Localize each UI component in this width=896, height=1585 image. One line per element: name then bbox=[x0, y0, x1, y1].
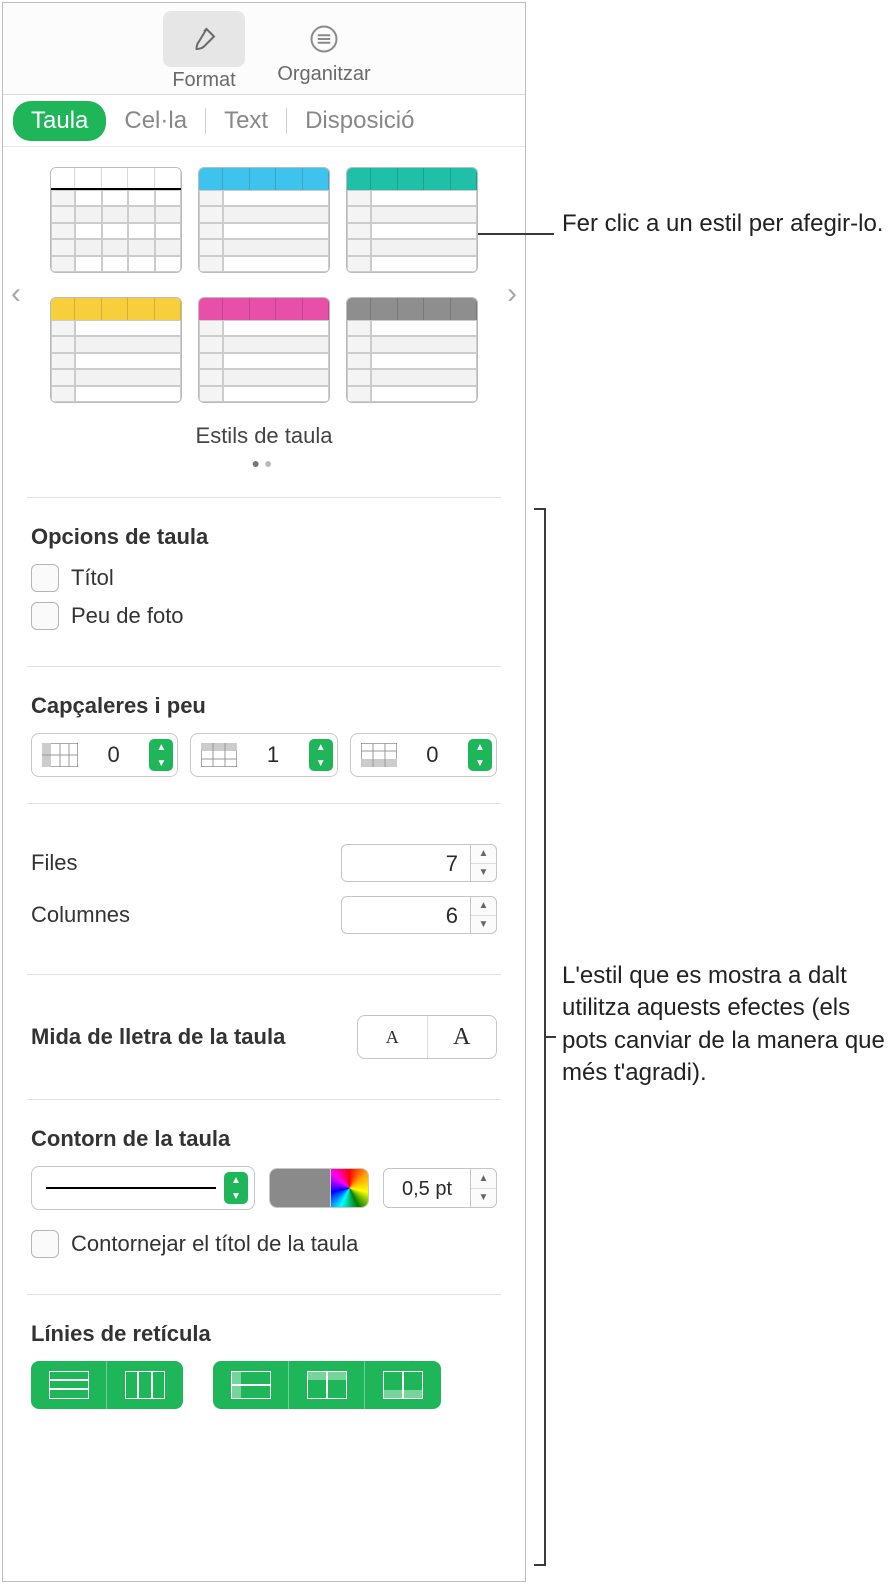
tab-text[interactable]: Text bbox=[206, 101, 286, 141]
outline-title-label: Contornejar el títol de la taula bbox=[71, 1231, 358, 1257]
tab-table[interactable]: Taula bbox=[13, 101, 106, 141]
table-style-5[interactable] bbox=[198, 297, 330, 403]
tab-cell[interactable]: Cel·la bbox=[106, 101, 205, 141]
line-sample-icon bbox=[46, 1187, 216, 1189]
outline-color-well[interactable] bbox=[269, 1168, 369, 1208]
grid-vertical-icon bbox=[125, 1371, 165, 1399]
columns-input[interactable]: 6 bbox=[341, 896, 471, 934]
footer-rows-value: 0 bbox=[403, 742, 462, 768]
footer-rows-icon bbox=[361, 743, 397, 767]
header-rows-stepper[interactable]: 1 ▲▼ bbox=[190, 733, 337, 777]
table-options-section: Opcions de taula Títol Peu de foto bbox=[3, 514, 525, 650]
color-wheel-icon[interactable] bbox=[330, 1169, 368, 1207]
header-columns-value: 0 bbox=[84, 742, 143, 768]
stepper-icon[interactable]: ▲▼ bbox=[468, 739, 492, 771]
headers-title: Capçaleres i peu bbox=[31, 693, 497, 719]
page-dots[interactable]: ●● bbox=[43, 455, 485, 471]
grid-footer-row-icon bbox=[383, 1371, 423, 1399]
font-size-label: Mida de lletra de la taula bbox=[31, 1024, 285, 1050]
callout-line bbox=[546, 1036, 556, 1038]
outline-width-stepper[interactable]: ▲▼ bbox=[471, 1168, 497, 1208]
grid-header-col-icon bbox=[231, 1371, 271, 1399]
stepper-icon[interactable]: ▲▼ bbox=[309, 739, 333, 771]
size-section: Files 7 ▲▼ Columnes 6 ▲▼ bbox=[3, 820, 525, 958]
header-rows-icon bbox=[201, 743, 237, 767]
title-label: Títol bbox=[71, 565, 114, 591]
next-styles-icon[interactable]: › bbox=[507, 277, 517, 311]
header-gridlines-segment bbox=[213, 1361, 441, 1409]
format-tool[interactable]: Format bbox=[144, 11, 264, 92]
header-row-gridlines-button[interactable] bbox=[289, 1361, 365, 1409]
vertical-gridlines-button[interactable] bbox=[107, 1361, 183, 1409]
header-columns-stepper[interactable]: 0 ▲▼ bbox=[31, 733, 178, 777]
table-style-6[interactable] bbox=[346, 297, 478, 403]
font-decrease-button[interactable]: A bbox=[358, 1016, 428, 1058]
annotation-style-click: Fer clic a un estil per afegir-lo. bbox=[562, 208, 892, 240]
outline-title-checkbox[interactable] bbox=[31, 1230, 59, 1258]
gridlines-section: Línies de retícula bbox=[3, 1311, 525, 1419]
inspector-tabs: Taula Cel·la Text Disposició bbox=[3, 95, 525, 147]
callout-line bbox=[478, 233, 554, 235]
columns-stepper[interactable]: ▲▼ bbox=[471, 896, 497, 934]
header-col-gridlines-button[interactable] bbox=[213, 1361, 289, 1409]
headers-section: Capçaleres i peu 0 ▲▼ 1 ▲▼ 0 ▲▼ bbox=[3, 683, 525, 787]
outline-style-popup[interactable]: ▲▼ bbox=[31, 1166, 255, 1210]
grid-header-row-icon bbox=[307, 1371, 347, 1399]
prev-styles-icon[interactable]: ‹ bbox=[11, 277, 21, 311]
options-title: Opcions de taula bbox=[31, 524, 497, 550]
toolbar: Format Organitzar bbox=[3, 3, 525, 95]
callout-bracket bbox=[534, 508, 546, 1566]
annotation-effects: L'estil que es mostra a dalt utilitza aq… bbox=[562, 960, 892, 1090]
horizontal-gridlines-button[interactable] bbox=[31, 1361, 107, 1409]
rows-stepper[interactable]: ▲▼ bbox=[471, 844, 497, 882]
header-columns-icon bbox=[42, 743, 78, 767]
footer-row-gridlines-button[interactable] bbox=[365, 1361, 441, 1409]
gridlines-title: Línies de retícula bbox=[31, 1321, 497, 1347]
body-gridlines-segment bbox=[31, 1361, 183, 1409]
table-style-2[interactable] bbox=[198, 167, 330, 273]
rows-input[interactable]: 7 bbox=[341, 844, 471, 882]
footer-rows-stepper[interactable]: 0 ▲▼ bbox=[350, 733, 497, 777]
popup-arrows-icon: ▲▼ bbox=[224, 1172, 248, 1204]
header-rows-value: 1 bbox=[243, 742, 302, 768]
table-style-1[interactable] bbox=[50, 167, 182, 273]
rows-label: Files bbox=[31, 850, 77, 876]
columns-label: Columnes bbox=[31, 902, 130, 928]
format-label: Format bbox=[172, 69, 235, 92]
outline-title: Contorn de la taula bbox=[31, 1126, 497, 1152]
organize-label: Organitzar bbox=[277, 63, 370, 86]
table-styles: ‹ › bbox=[3, 147, 525, 481]
outline-width-input[interactable]: 0,5 pt bbox=[383, 1168, 471, 1208]
caption-checkbox[interactable] bbox=[31, 602, 59, 630]
outline-section: Contorn de la taula ▲▼ 0,5 pt ▲▼ Contorn… bbox=[3, 1116, 525, 1278]
brush-icon bbox=[189, 17, 219, 61]
title-checkbox[interactable] bbox=[31, 564, 59, 592]
font-increase-button[interactable]: A bbox=[428, 1016, 497, 1058]
styles-caption: Estils de taula bbox=[43, 423, 485, 449]
font-size-section: Mida de lletra de la taula A A bbox=[3, 991, 525, 1083]
caption-label: Peu de foto bbox=[71, 603, 184, 629]
color-swatch bbox=[270, 1169, 330, 1207]
table-style-4[interactable] bbox=[50, 297, 182, 403]
tab-layout[interactable]: Disposició bbox=[287, 101, 432, 141]
stepper-icon[interactable]: ▲▼ bbox=[149, 739, 173, 771]
table-style-3[interactable] bbox=[346, 167, 478, 273]
grid-horizontal-icon bbox=[49, 1371, 89, 1399]
organize-tool[interactable]: Organitzar bbox=[264, 17, 384, 86]
list-icon bbox=[309, 17, 339, 61]
